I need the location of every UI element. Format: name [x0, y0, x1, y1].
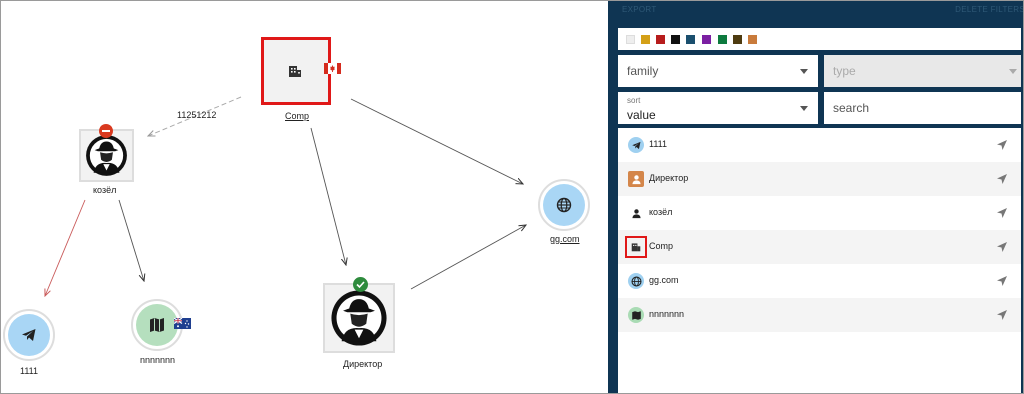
chevron-down-icon — [800, 106, 808, 111]
node-map-label[interactable]: nnnnnnn — [140, 355, 175, 365]
list-item-label: Директор — [649, 173, 689, 183]
globe-icon — [556, 197, 572, 213]
building-icon — [628, 239, 644, 255]
minus-badge-icon — [99, 124, 113, 138]
panel-toolbar: EXPORT DELETE FILTERS — [608, 1, 1023, 23]
node-direktor-label[interactable]: Директор — [343, 359, 382, 369]
edge-kozel-map[interactable] — [118, 199, 144, 281]
list-item[interactable]: Директор — [618, 162, 1021, 196]
building-icon — [289, 66, 301, 77]
node-comp[interactable] — [261, 37, 331, 105]
globe-icon — [628, 273, 644, 289]
navigate-arrow-icon[interactable] — [996, 207, 1008, 219]
node-gg[interactable] — [538, 179, 590, 231]
map-icon — [150, 318, 164, 332]
sort-select-label: sort — [627, 96, 641, 105]
person-icon — [628, 205, 644, 221]
side-panel: EXPORT DELETE FILTERS family type sort v… — [608, 1, 1023, 393]
color-swatch[interactable] — [686, 35, 695, 44]
edge-comp-gg[interactable] — [350, 98, 523, 184]
color-swatch[interactable] — [702, 35, 711, 44]
list-item[interactable]: gg.com — [618, 264, 1021, 298]
navigate-arrow-icon[interactable] — [996, 275, 1008, 287]
list-item-label: Comp — [649, 241, 674, 251]
chevron-down-icon — [800, 69, 808, 74]
search-input[interactable]: search — [824, 92, 1021, 124]
navigate-arrow-icon[interactable] — [996, 139, 1008, 151]
node-map-circle — [136, 304, 178, 346]
navigate-arrow-icon[interactable] — [996, 173, 1008, 185]
node-gg-circle — [543, 184, 585, 226]
node-kozel-label[interactable]: козёл — [93, 185, 116, 195]
node-direktor[interactable] — [323, 283, 395, 353]
detective-avatar-icon — [86, 135, 127, 176]
edge-label: 11251212 — [177, 110, 217, 120]
australia-flag-icon — [174, 318, 191, 329]
color-swatch[interactable] — [641, 35, 650, 44]
node-tg[interactable] — [3, 309, 55, 361]
list-item-label: козёл — [649, 207, 673, 217]
edge-kozel-tg[interactable] — [45, 199, 86, 296]
type-select-placeholder: type — [833, 64, 856, 78]
chevron-down-icon — [1009, 69, 1017, 74]
export-button[interactable]: EXPORT — [622, 5, 657, 14]
navigate-arrow-icon[interactable] — [996, 241, 1008, 253]
color-palette — [618, 28, 1021, 50]
check-badge-icon — [353, 277, 368, 292]
sort-select-value: value — [627, 108, 656, 122]
list-item-label: 1111 — [649, 139, 668, 149]
telegram-icon — [628, 137, 644, 153]
node-tg-label[interactable]: 1111 — [20, 366, 38, 376]
list-item[interactable]: Comp — [618, 230, 1021, 264]
node-tg-circle — [8, 314, 50, 356]
list-item[interactable]: 1111 — [618, 128, 1021, 162]
sort-select[interactable]: sort value — [618, 92, 818, 124]
person-icon — [628, 171, 644, 187]
search-input-placeholder: search — [833, 101, 870, 115]
delete-filters-button[interactable]: DELETE FILTERS — [955, 5, 1023, 14]
list-item[interactable]: козёл — [618, 196, 1021, 230]
node-gg-label[interactable]: gg.com — [550, 234, 580, 244]
navigate-arrow-icon[interactable] — [996, 309, 1008, 321]
entity-list: 1111 Директор козёл Comp gg.com nnnnnnn — [618, 128, 1021, 393]
detective-avatar-icon — [331, 290, 387, 346]
color-swatch[interactable] — [733, 35, 742, 44]
color-swatch[interactable] — [748, 35, 757, 44]
list-item-label: gg.com — [649, 275, 679, 285]
color-swatch[interactable] — [718, 35, 727, 44]
family-select-value: family — [627, 64, 659, 78]
map-icon — [628, 307, 644, 323]
graph-canvas[interactable]: 11251212 Comp козёл gg.com Директор 1111… — [1, 1, 608, 393]
telegram-icon — [22, 329, 36, 341]
list-item-label: nnnnnnn — [649, 309, 685, 319]
type-select[interactable]: type — [824, 55, 1021, 87]
canada-flag-icon — [324, 63, 341, 74]
edge-direktor-gg[interactable] — [410, 225, 526, 290]
color-swatch[interactable] — [626, 35, 635, 44]
color-swatch[interactable] — [671, 35, 680, 44]
family-select[interactable]: family — [618, 55, 818, 87]
node-comp-label[interactable]: Comp — [285, 111, 309, 121]
app-root: 11251212 Comp козёл gg.com Директор 1111… — [0, 0, 1024, 394]
color-swatch[interactable] — [656, 35, 665, 44]
edge-comp-direktor[interactable] — [310, 127, 346, 265]
list-item[interactable]: nnnnnnn — [618, 298, 1021, 332]
